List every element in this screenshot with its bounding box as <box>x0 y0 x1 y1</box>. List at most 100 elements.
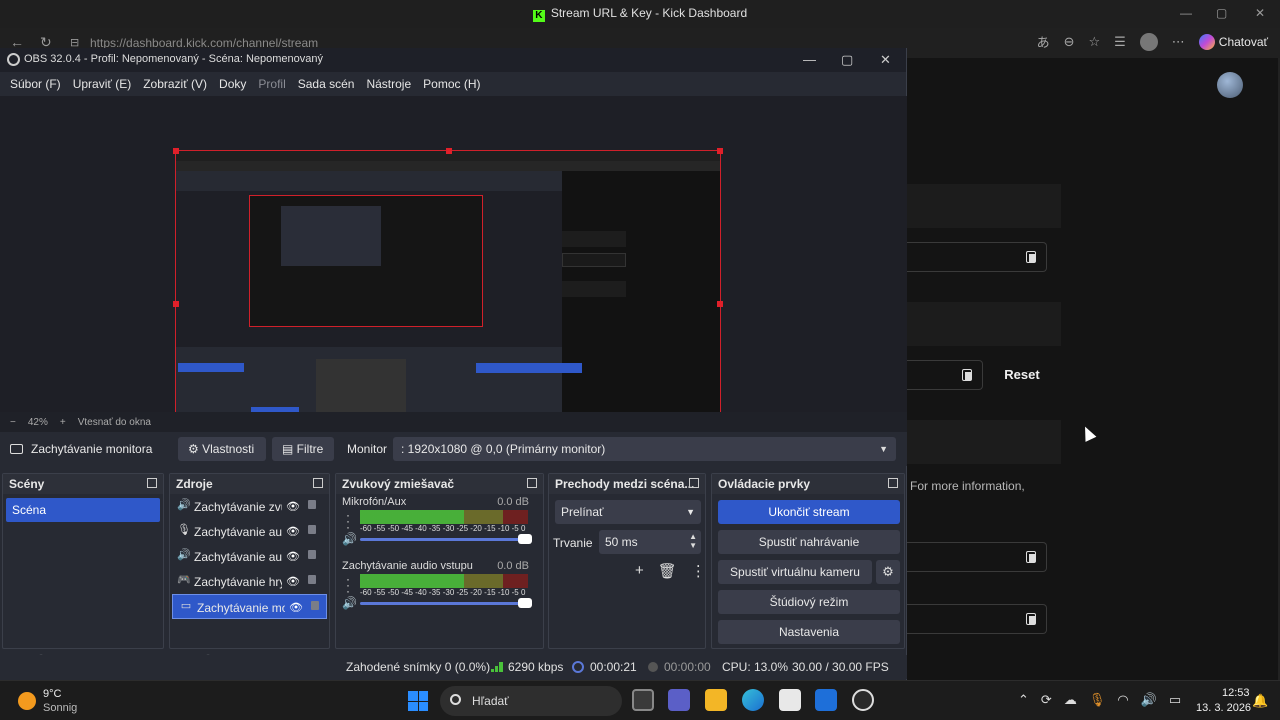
stream-url-field[interactable] <box>907 242 1047 272</box>
obs-close-button[interactable]: ✕ <box>880 52 891 68</box>
copy-icon[interactable] <box>1026 551 1036 563</box>
settings-button[interactable]: Nastavenia <box>718 620 900 644</box>
obs-maximize-button[interactable]: ▢ <box>841 52 853 68</box>
taskbar-search[interactable]: Hľadať <box>440 686 622 716</box>
browser-maximize-button[interactable]: ▢ <box>1216 6 1227 20</box>
undock-icon[interactable] <box>527 478 537 488</box>
visibility-eye-icon[interactable]: 👁 <box>286 500 300 513</box>
resize-handle[interactable] <box>717 301 723 307</box>
browser-close-button[interactable]: ✕ <box>1255 6 1265 20</box>
menu-item[interactable]: Zobraziť (V) <box>137 77 213 91</box>
source-item[interactable]: 🎙 Zachytávanie auc 👁 <box>170 519 329 544</box>
clock-date[interactable]: 13. 3. 2026 <box>1196 702 1251 714</box>
teams-icon[interactable] <box>668 689 690 711</box>
volume-icon[interactable]: 🔊 <box>1141 692 1157 708</box>
kick-field[interactable] <box>907 542 1047 572</box>
start-virtual-camera-button[interactable]: Spustiť virtuálnu kameru <box>718 560 872 584</box>
add-transition-icon[interactable]: + <box>635 562 644 580</box>
weather-temperature[interactable]: 9°C <box>43 688 61 700</box>
fit-to-window-button[interactable]: Vtesnať do okna <box>78 417 151 428</box>
slider-knob[interactable] <box>518 534 532 544</box>
channel-menu-icon[interactable]: · · · <box>346 573 350 597</box>
wifi-icon[interactable]: ◠ <box>1117 692 1128 708</box>
undock-icon[interactable] <box>888 478 898 488</box>
volume-slider[interactable] <box>360 534 532 544</box>
slider-knob[interactable] <box>518 598 532 608</box>
menu-item[interactable]: Pomoc (H) <box>417 77 486 91</box>
mute-speaker-icon[interactable]: 🔊 <box>342 532 357 546</box>
start-button[interactable] <box>408 691 428 711</box>
preview-canvas[interactable] <box>173 148 723 458</box>
scene-item[interactable]: Scéna <box>6 498 160 522</box>
transition-select[interactable]: Prelínať ▼ <box>555 500 701 524</box>
preview-area[interactable] <box>0 96 907 458</box>
stop-stream-button[interactable]: Ukončiť stream <box>718 500 900 524</box>
resize-handle[interactable] <box>173 148 179 154</box>
copilot-button[interactable]: Chatovať <box>1198 33 1268 50</box>
menu-item[interactable]: Doky <box>213 77 252 91</box>
stream-key-field[interactable] <box>907 360 983 390</box>
vscode-icon[interactable] <box>815 689 837 711</box>
source-item[interactable]: 🔊 Zachytávanie zvu 👁 <box>170 494 329 519</box>
sync-icon[interactable]: ⟳ <box>1041 692 1052 708</box>
reset-button[interactable]: Reset <box>996 362 1048 388</box>
notification-bell-icon[interactable]: 🔔 <box>1252 693 1268 709</box>
remove-transition-icon[interactable]: 🗑 <box>658 562 677 580</box>
undock-icon[interactable] <box>689 478 699 488</box>
extensions-icon[interactable]: ⊖ <box>1064 34 1075 50</box>
more-menu-icon[interactable]: ⋯ <box>1172 34 1185 50</box>
lock-icon[interactable] <box>308 525 316 534</box>
zoom-out-button[interactable]: − <box>10 417 16 428</box>
resize-handle[interactable] <box>717 148 723 154</box>
obs-minimize-button[interactable]: — <box>803 52 816 67</box>
cloud-icon[interactable]: ☁ <box>1064 692 1077 708</box>
volume-slider[interactable] <box>360 598 532 608</box>
source-item[interactable]: 🔊 Zachytávanie auc 👁 <box>170 544 329 569</box>
task-view-icon[interactable] <box>632 689 654 711</box>
menu-item[interactable]: Profil <box>252 77 291 91</box>
menu-item[interactable]: Nástroje <box>360 77 417 91</box>
source-item[interactable]: ▭ Zachytávanie mo 👁 <box>172 594 327 619</box>
favorites-icon[interactable]: ☰ <box>1114 34 1126 50</box>
visibility-eye-icon[interactable]: 👁 <box>286 550 300 563</box>
resize-handle[interactable] <box>173 301 179 307</box>
source-item[interactable]: 🎮 Zachytávanie hry 👁 <box>170 569 329 594</box>
chevron-up-icon[interactable]: ⌃ <box>1018 692 1029 708</box>
visibility-eye-icon[interactable]: 👁 <box>286 575 300 588</box>
profile-icon[interactable] <box>1139 32 1158 51</box>
menu-item[interactable]: Sada scén <box>292 77 361 91</box>
undock-icon[interactable] <box>313 478 323 488</box>
copy-icon[interactable] <box>962 369 972 381</box>
user-avatar[interactable] <box>1217 72 1243 98</box>
undock-icon[interactable] <box>147 478 157 488</box>
start-recording-button[interactable]: Spustiť nahrávanie <box>718 530 900 554</box>
mute-speaker-icon[interactable]: 🔊 <box>342 596 357 610</box>
obs-taskbar-icon[interactable] <box>852 689 874 711</box>
properties-button[interactable]: ⚙ Vlastnosti <box>178 437 266 461</box>
transition-menu-icon[interactable]: ⋮ <box>691 562 706 580</box>
microphone-icon[interactable]: 🎙 <box>1089 692 1106 708</box>
spinner-icon[interactable]: ▲ ▼ <box>689 532 697 550</box>
zoom-in-button[interactable]: + <box>60 417 66 428</box>
duration-input[interactable]: 50 ms ▲ ▼ <box>599 530 701 554</box>
lock-icon[interactable] <box>311 601 319 610</box>
clock-time[interactable]: 12:53 <box>1222 687 1250 699</box>
favorite-star-icon[interactable]: ☆ <box>1088 34 1100 50</box>
browser-minimize-button[interactable]: — <box>1180 6 1192 20</box>
copy-icon[interactable] <box>1026 613 1036 625</box>
resize-handle[interactable] <box>446 148 452 154</box>
edge-icon[interactable] <box>742 689 764 711</box>
visibility-eye-icon[interactable]: 👁 <box>286 525 300 538</box>
virtual-camera-settings-icon[interactable]: ⚙ <box>876 560 900 584</box>
monitor-select[interactable]: : 1920x1080 @ 0,0 (Primárny monitor) ▼ <box>393 437 896 461</box>
channel-menu-icon[interactable]: · · · <box>346 509 350 533</box>
file-explorer-icon[interactable] <box>705 689 727 711</box>
store-icon[interactable] <box>779 689 801 711</box>
menu-item[interactable]: Súbor (F) <box>4 77 67 91</box>
battery-icon[interactable]: ▭ <box>1169 692 1181 708</box>
kick-field[interactable] <box>907 604 1047 634</box>
lock-icon[interactable] <box>308 500 316 509</box>
translate-icon[interactable]: あ <box>1037 32 1050 51</box>
menu-item[interactable]: Upraviť (E) <box>67 77 138 91</box>
weather-sun-icon[interactable] <box>18 692 36 710</box>
